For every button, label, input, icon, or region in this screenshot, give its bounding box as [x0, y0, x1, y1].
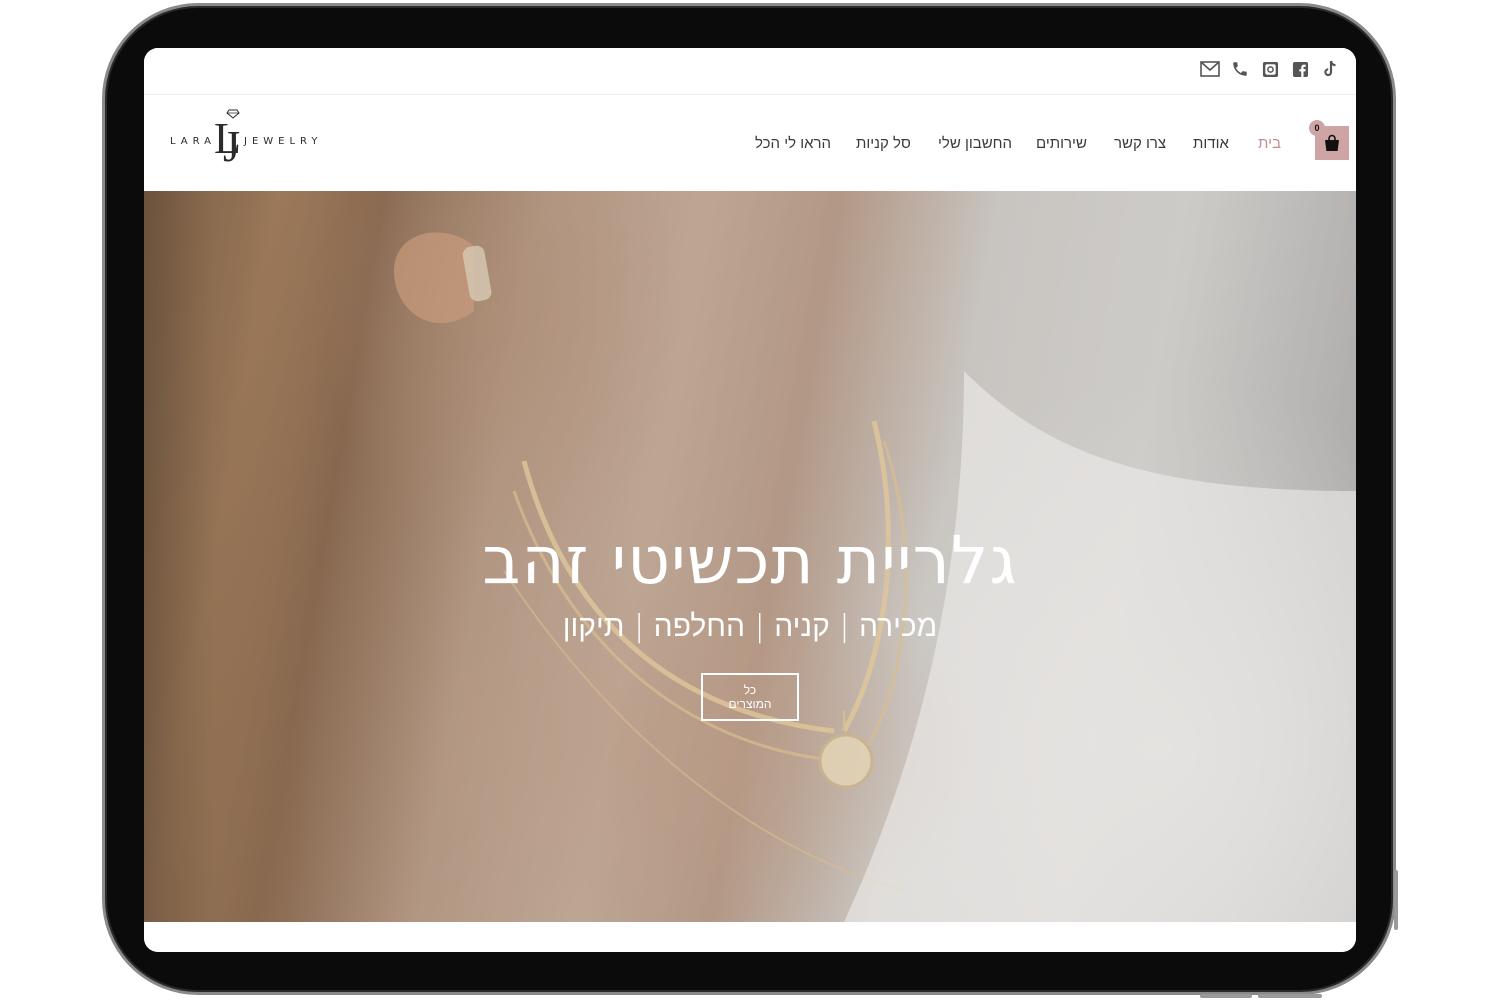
tiktok-icon[interactable] [1320, 59, 1340, 79]
nav-item-cart[interactable]: סל קניות [856, 135, 911, 152]
all-products-button[interactable]: כל המוצרים [701, 673, 799, 721]
site-header: LARA L J JEWELRY בית אודות צרו קשר שירות… [144, 95, 1356, 191]
hero-content: גלריית תכשיטי זהב מכירה | קניה | החלפה |… [144, 521, 1356, 721]
browser-screen: LARA L J JEWELRY בית אודות צרו קשר שירות… [144, 48, 1356, 952]
tablet-bottom-button [1200, 994, 1252, 998]
instagram-icon[interactable] [1260, 59, 1280, 79]
social-topbar [144, 48, 1356, 95]
shopping-bag-icon [1325, 134, 1339, 151]
social-links [1200, 58, 1340, 80]
hero-subtitle: מכירה | קניה | החלפה | תיקון [562, 609, 938, 644]
diamond-icon [226, 109, 240, 119]
nav-item-my-account[interactable]: החשבון שלי [938, 135, 1012, 152]
nav-item-services[interactable]: שירותים [1036, 135, 1087, 152]
hero-banner: גלריית תכשיטי זהב מכירה | קניה | החלפה |… [144, 191, 1356, 922]
nav-item-about[interactable]: אודות [1193, 135, 1229, 152]
cart-button[interactable]: 0 [1309, 120, 1349, 160]
facebook-icon[interactable] [1290, 59, 1310, 79]
nav-item-show-all[interactable]: הראו לי הכל [755, 135, 831, 152]
main-nav: בית אודות צרו קשר שירותים החשבון שלי סל … [144, 135, 1356, 159]
tablet-bottom-button [1258, 994, 1322, 998]
nav-item-contact[interactable]: צרו קשר [1114, 135, 1166, 152]
cart-count-badge: 0 [1309, 120, 1325, 136]
mail-icon[interactable] [1200, 59, 1220, 79]
page-bottom-strip [144, 922, 1356, 952]
nav-item-home[interactable]: בית [1258, 135, 1281, 152]
phone-icon[interactable] [1230, 59, 1250, 79]
hero-title: גלריית תכשיטי זהב [482, 522, 1018, 599]
tablet-side-button [1394, 870, 1398, 930]
